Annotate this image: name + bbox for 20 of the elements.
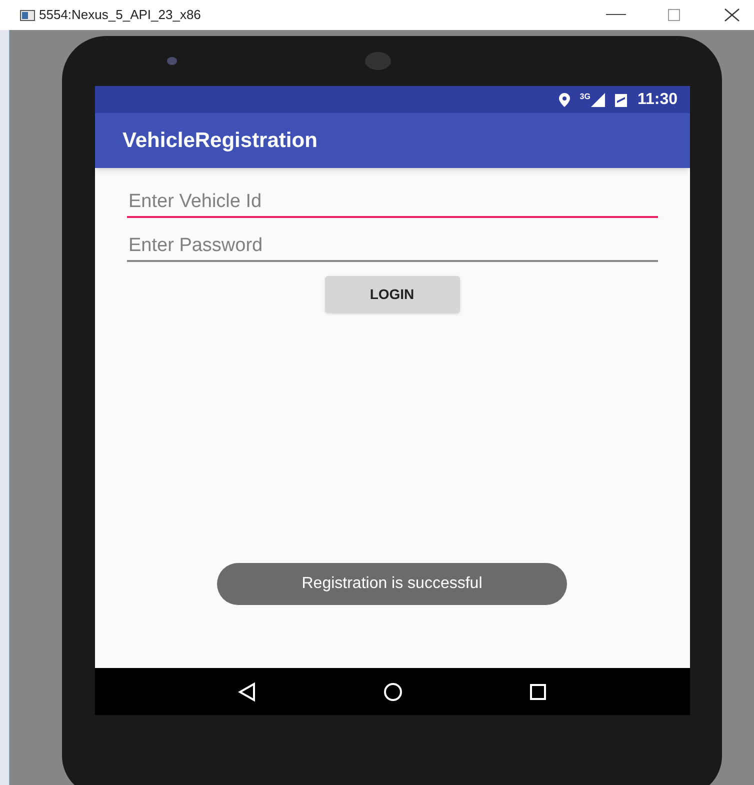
camera-lens [167,57,177,65]
minimize-icon[interactable] [606,14,626,16]
maximize-icon[interactable] [668,9,680,21]
home-icon[interactable] [382,682,403,702]
close-icon[interactable] [724,8,740,22]
input-field[interactable]: Enter Password [126,232,658,262]
window-title: 5554:Nexus_5_API_23_x86 [39,6,201,24]
network-type: 3G [580,91,590,103]
speaker-grille [365,52,391,70]
back-icon[interactable] [237,682,258,702]
app-window-icon [20,10,35,20]
toast-message: Registration is successful [217,563,567,605]
clock: 11:30 [637,90,678,110]
signal-icon [591,92,606,106]
battery-icon [615,92,628,106]
input-field[interactable]: Enter Vehicle Id [126,188,658,218]
location-icon [558,92,570,106]
login-button[interactable]: LOGIN [324,276,460,313]
app-title: VehicleRegistration [122,128,318,154]
recents-icon[interactable] [528,682,547,700]
